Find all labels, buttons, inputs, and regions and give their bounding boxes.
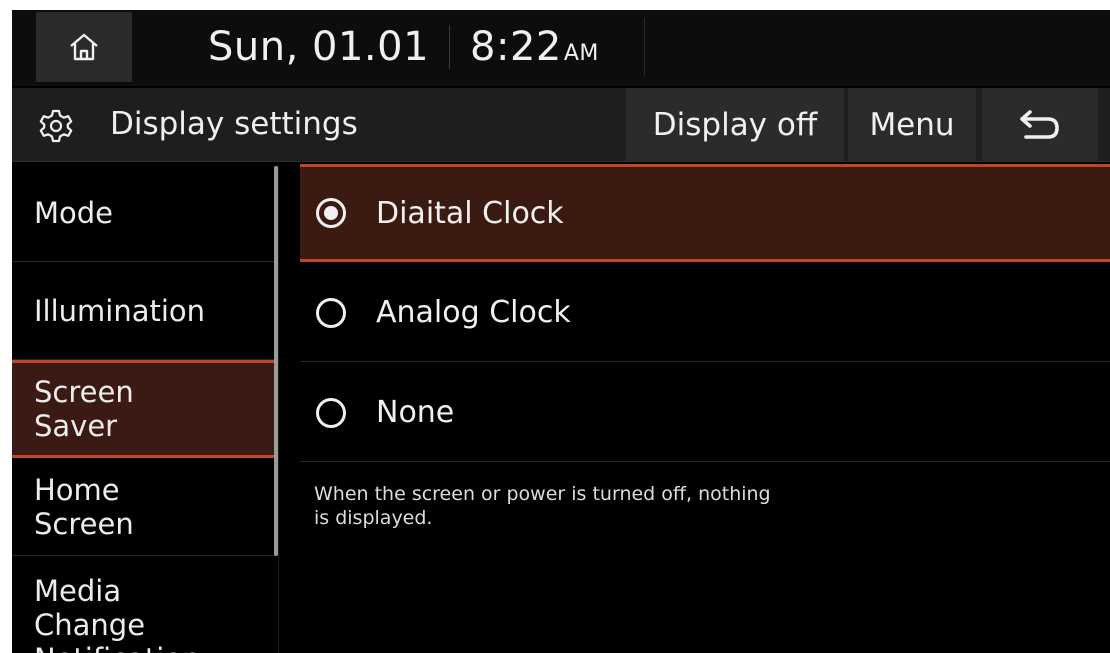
time-text: 8:22 xyxy=(470,24,562,70)
sidebar-item-label: Home Screen xyxy=(34,472,134,541)
status-bar: Sun, 01.01 8:22 AM xyxy=(12,10,1110,86)
status-divider xyxy=(644,18,645,76)
sidebar-item-label: Illumination xyxy=(34,293,206,328)
option-description: When the screen or power is turned off, … xyxy=(314,483,771,529)
sidebar-item-media-change-notification[interactable]: Media Change Notification xyxy=(12,556,276,653)
sidebar-scrollbar[interactable] xyxy=(274,166,278,556)
sidebar-item-home-screen[interactable]: Home Screen xyxy=(12,458,276,556)
sidebar-item-screen-saver[interactable]: Screen Saver xyxy=(12,360,276,458)
radio-unselected-icon xyxy=(316,297,346,328)
gear-icon xyxy=(39,109,73,143)
radio-unselected-icon xyxy=(316,397,346,428)
radio-selected-icon xyxy=(316,198,346,228)
page-title: Display settings xyxy=(110,106,358,142)
sidebar-item-label: Screen Saver xyxy=(34,375,134,443)
option-none[interactable]: None xyxy=(300,364,1110,462)
home-button[interactable] xyxy=(36,12,132,82)
settings-sidebar: Mode Illumination Screen Saver Home Scre… xyxy=(12,164,276,653)
display-off-button[interactable]: Display off xyxy=(626,88,844,162)
sidebar-item-label: Media Change Notification xyxy=(34,574,200,653)
ampm-text: AM xyxy=(563,40,599,66)
title-bar: Display settings Display off Menu xyxy=(12,88,1110,162)
date-text: Sun, 01.01 xyxy=(208,24,430,70)
home-icon xyxy=(70,33,98,61)
head-unit-screen: Sun, 01.01 8:22 AM Display settings Disp… xyxy=(12,10,1110,653)
option-analog-clock[interactable]: Analog Clock xyxy=(300,264,1110,362)
sidebar-item-illumination[interactable]: Illumination xyxy=(12,262,276,360)
date-time: Sun, 01.01 8:22 AM xyxy=(208,14,599,80)
sidebar-item-label: Mode xyxy=(34,195,114,230)
option-label: None xyxy=(376,395,455,430)
option-digital-clock[interactable]: Diaital Clock xyxy=(300,164,1110,262)
back-button[interactable] xyxy=(982,88,1098,162)
option-label: Diaital Clock xyxy=(376,195,564,231)
menu-button[interactable]: Menu xyxy=(848,88,976,162)
back-arrow-icon xyxy=(1020,110,1059,139)
sidebar-divider xyxy=(278,164,279,653)
sidebar-item-mode[interactable]: Mode xyxy=(12,164,276,262)
date-time-separator xyxy=(449,25,451,69)
option-label: Analog Clock xyxy=(376,295,571,330)
